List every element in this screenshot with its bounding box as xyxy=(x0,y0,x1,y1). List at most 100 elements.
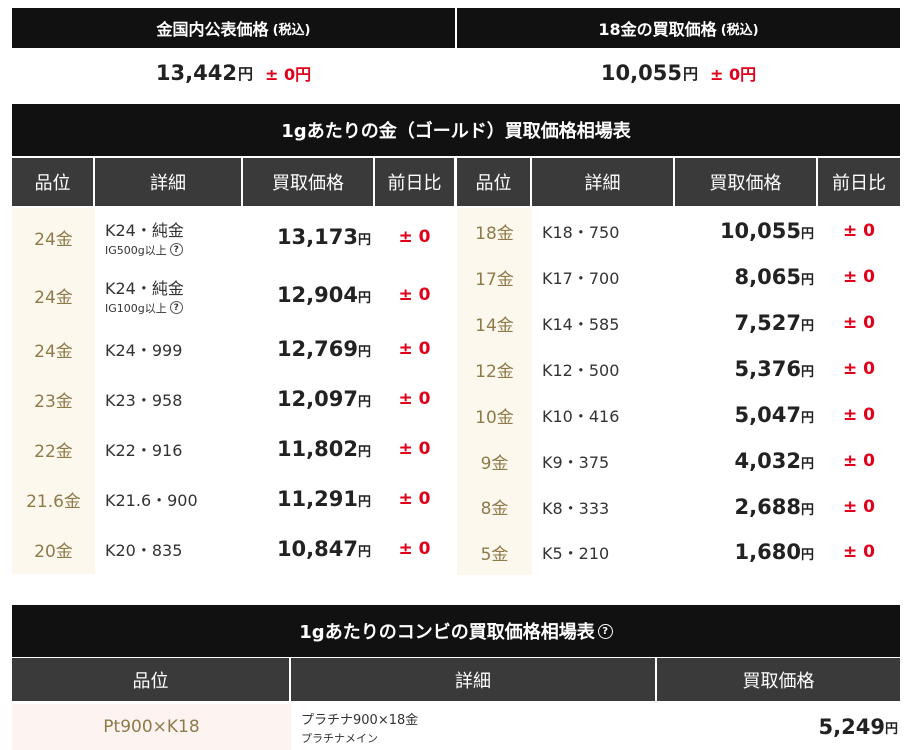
grade-cell: 12金 xyxy=(457,346,532,392)
grade-cell: 20金 xyxy=(12,524,95,574)
price-summary: 金国内公表価格 (税込) 13,442 円 ± 0円 18金の買取価格 (税込)… xyxy=(12,8,900,98)
col-header-price: 買取価格 xyxy=(243,158,375,206)
col-header-price: 買取価格 xyxy=(742,670,815,692)
table-row: 12金 K12・500 5,376円 ± 0 xyxy=(457,346,900,392)
detail-subtext-label: IG100g以上 xyxy=(105,301,167,315)
combo-table-title: 1gあたりのコンビの買取価格相場表 ? xyxy=(12,605,900,657)
grade-cell: 18金 xyxy=(457,208,532,254)
col-header-price: 買取価格 xyxy=(675,158,818,206)
domestic-price-unit: 円 xyxy=(237,64,253,83)
detail-cell: K21.6・900 xyxy=(95,487,243,511)
k18-price-change: ± 0円 xyxy=(709,65,757,84)
price-unit: 円 xyxy=(357,445,371,460)
detail-text: K14・585 xyxy=(542,315,620,334)
col-header-detail: 詳細 xyxy=(95,158,243,206)
price-value: 4,032 xyxy=(734,449,801,473)
table-row: 23金 K23・958 12,097円 ± 0 xyxy=(12,374,454,424)
price-value: 7,527 xyxy=(734,311,801,335)
gold-table-right-body: 18金 K18・750 10,055円 ± 0 17金 K17・700 8,065円 ± 01… xyxy=(457,208,900,575)
grade-cell: 17金 xyxy=(457,254,532,300)
detail-text: K18・750 xyxy=(542,223,620,242)
price-unit: 円 xyxy=(357,545,371,560)
price-unit: 円 xyxy=(800,457,814,472)
table-row: 9金 K9・375 4,032円 ± 0 xyxy=(457,438,900,484)
change-cell: ± 0 xyxy=(843,542,875,562)
detail-text: K24・999 xyxy=(105,341,183,360)
k18-price-unit: 円 xyxy=(682,64,698,83)
price-unit: 円 xyxy=(800,548,814,563)
price-value: 12,904 xyxy=(276,283,358,307)
price-cell: 11,802円 xyxy=(243,437,375,461)
price-unit: 円 xyxy=(800,273,814,288)
col-header-change: 前日比 xyxy=(387,173,442,194)
price-unit: 円 xyxy=(800,319,814,334)
k18-price-title: 18金の買取価格 xyxy=(598,20,717,39)
domestic-price-value: 13,442 xyxy=(155,61,237,85)
table-row: 20金 K20・835 10,847円 ± 0 xyxy=(12,524,454,574)
combo-grade: Pt900×K18 xyxy=(12,704,291,750)
col-header-change: 前日比 xyxy=(832,173,886,194)
grade-cell: 22金 xyxy=(12,424,95,474)
col-header-grade: 品位 xyxy=(457,158,532,206)
detail-cell: K10・416 xyxy=(532,403,675,427)
domestic-price-value-row: 13,442 円 ± 0円 xyxy=(12,48,455,98)
table-row: 10金 K10・416 5,047円 ± 0 xyxy=(457,392,900,438)
domestic-price-tax-note: (税込) xyxy=(272,22,311,38)
question-circle-icon[interactable]: ? xyxy=(169,243,183,256)
gold-table-title: 1gあたりの金（ゴールド）買取価格相場表 xyxy=(12,104,900,156)
price-unit: 円 xyxy=(800,365,814,380)
price-cell: 8,065円 xyxy=(675,265,818,289)
change-cell: ± 0 xyxy=(843,451,875,471)
col-header-detail: 詳細 xyxy=(532,158,675,206)
table-row: 24金 K24・純金 IG500g以上? 13,173円 ± 0 xyxy=(12,208,454,266)
combo-price: 5,249 xyxy=(818,715,885,739)
detail-subtext: IG500g以上? xyxy=(105,242,243,258)
grade-cell: 10金 xyxy=(457,392,532,438)
detail-text: K23・958 xyxy=(105,391,183,410)
domestic-price-summary: 金国内公表価格 (税込) 13,442 円 ± 0円 xyxy=(12,8,455,98)
k18-price-value-row: 10,055 円 ± 0円 xyxy=(457,48,900,98)
table-row: 17金 K17・700 8,065円 ± 0 xyxy=(457,254,900,300)
detail-cell: K17・700 xyxy=(532,265,675,289)
table-row: 18金 K18・750 10,055円 ± 0 xyxy=(457,208,900,254)
price-unit: 円 xyxy=(800,227,814,242)
price-value: 1,680 xyxy=(734,540,801,564)
price-value: 12,769 xyxy=(276,337,358,361)
detail-text: K24・純金 xyxy=(105,278,184,298)
gold-table-right-header: 品位 詳細 買取価格 前日比 xyxy=(457,158,900,206)
price-value: 12,097 xyxy=(276,387,358,411)
table-row: 8金 K8・333 2,688円 ± 0 xyxy=(457,484,900,529)
detail-text: K12・500 xyxy=(542,361,620,380)
domestic-price-header: 金国内公表価格 (税込) xyxy=(12,8,455,48)
price-cell: 7,527円 xyxy=(675,311,818,335)
price-unit: 円 xyxy=(357,495,371,510)
price-cell: 5,047円 xyxy=(675,403,818,427)
price-value: 11,802 xyxy=(276,437,358,461)
detail-cell: K9・375 xyxy=(532,449,675,473)
detail-text: K9・375 xyxy=(542,453,610,472)
table-row: 21.6金 K21.6・900 11,291円 ± 0 xyxy=(12,474,454,524)
table-row: 22金 K22・916 11,802円 ± 0 xyxy=(12,424,454,474)
gold-table-left-body: 24金 K24・純金 IG500g以上? 13,173円 ± 0 24金 K24・純金 IG1… xyxy=(12,208,454,574)
combo-table-header: 品位 詳細 買取価格 xyxy=(12,658,900,701)
grade-cell: 23金 xyxy=(12,374,95,424)
question-circle-icon[interactable]: ? xyxy=(597,623,613,639)
col-header-grade: 品位 xyxy=(12,658,291,701)
k18-price-tax-note: (税込) xyxy=(720,22,759,38)
price-unit: 円 xyxy=(357,345,371,360)
detail-text: K20・835 xyxy=(105,541,183,560)
price-cell: 11,291円 xyxy=(243,487,375,511)
price-unit: 円 xyxy=(357,395,371,410)
price-value: 2,688 xyxy=(734,494,801,519)
price-value: 10,847 xyxy=(276,537,358,561)
price-cell: 12,097円 xyxy=(243,387,375,411)
detail-text: K8・333 xyxy=(542,498,610,518)
question-circle-icon[interactable]: ? xyxy=(169,301,183,314)
price-value: 5,047 xyxy=(734,403,801,427)
combo-table-title-text: 1gあたりのコンビの買取価格相場表 xyxy=(299,622,595,643)
price-cell: 1,680円 xyxy=(675,540,818,564)
k18-price-header: 18金の買取価格 (税込) xyxy=(457,8,900,48)
detail-cell: K24・純金 IG500g以上? xyxy=(95,217,243,258)
gold-table-right: 品位 詳細 買取価格 前日比 18金 K18・750 10,055円 ± 0 17金 K1… xyxy=(457,158,900,575)
price-value: 11,291 xyxy=(276,487,358,511)
